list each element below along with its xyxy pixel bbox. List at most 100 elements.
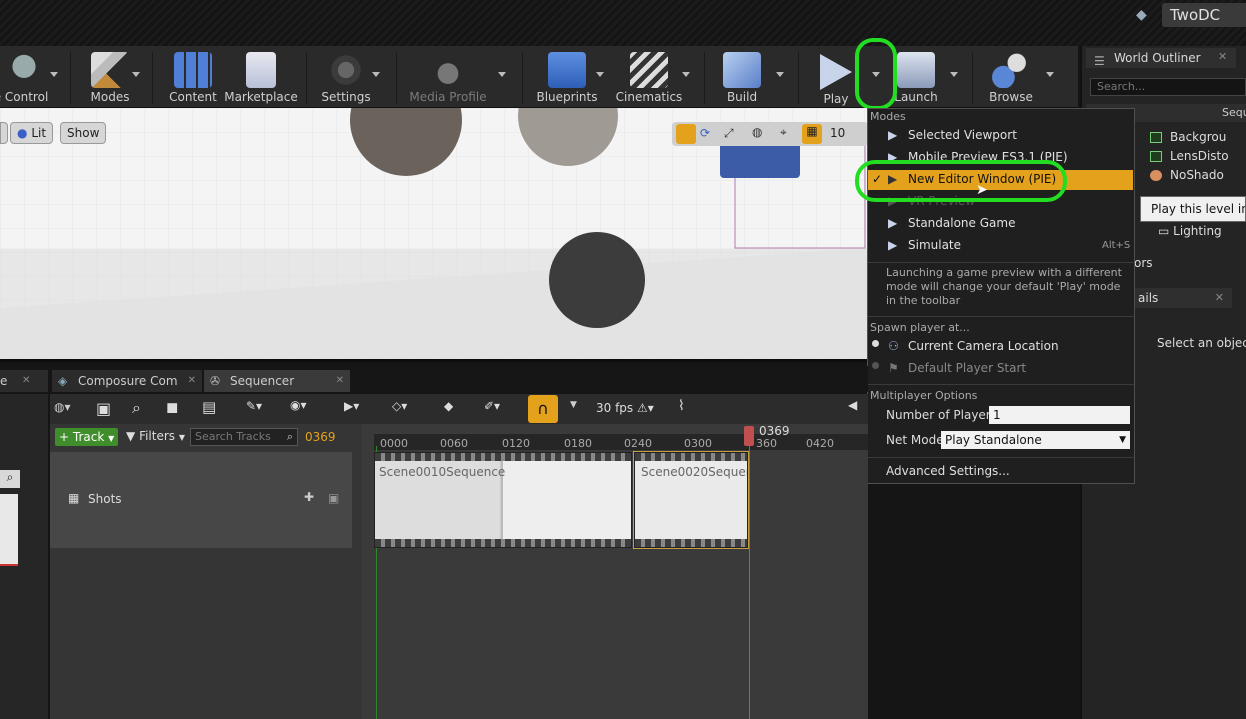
advanced-settings-link[interactable]: Advanced Settings... xyxy=(886,464,1010,478)
close-icon[interactable]: ✕ xyxy=(22,370,30,392)
grid-snap-value[interactable]: 10 xyxy=(830,126,845,140)
search-icon[interactable]: ⌕ xyxy=(132,398,141,418)
toolbar-content-button[interactable]: Content xyxy=(166,46,220,108)
toolbar-marketplace-button[interactable]: Marketplace xyxy=(224,46,298,108)
chevron-down-icon[interactable] xyxy=(498,72,506,77)
show-button[interactable]: Show xyxy=(60,122,107,144)
tab-composure[interactable]: ◈ Composure Compo ✕ xyxy=(52,370,202,392)
cinematics-icon xyxy=(630,52,668,88)
close-icon[interactable]: ✕ xyxy=(1218,50,1227,63)
list-item[interactable]: NoShado xyxy=(1170,168,1224,182)
grid-snap-icon[interactable]: ▦ xyxy=(802,124,822,144)
chevron-down-icon[interactable] xyxy=(596,72,604,77)
netmode-select[interactable]: Play Standalone ▼ xyxy=(941,431,1130,449)
radio-selected-icon xyxy=(872,340,879,347)
toolbar-source-control-button[interactable]: e Control xyxy=(0,46,54,108)
wrench-icon[interactable]: ✎▾ xyxy=(246,399,262,413)
shot-label: Scene0020Sequence xyxy=(641,465,747,479)
view-mode-button[interactable]: ● Lit xyxy=(10,122,54,144)
standalone-game-icon: ▶ xyxy=(888,216,898,230)
playhead-label: 0369 xyxy=(759,424,790,438)
menu-divider xyxy=(868,457,1134,458)
chevron-down-icon[interactable] xyxy=(50,72,58,77)
surface-snap-icon[interactable]: ⌖ xyxy=(780,125,787,140)
outliner-tail-label: ors xyxy=(1134,256,1153,270)
back-arrow-icon[interactable]: ◀ xyxy=(848,398,857,412)
world-outliner-tab[interactable]: ☰ World Outliner xyxy=(1086,48,1236,68)
menu-item-label: Current Camera Location xyxy=(908,339,1059,353)
shot-section-scene0010[interactable]: Scene0010Sequence xyxy=(374,452,632,548)
rotate-icon[interactable]: ⟳ xyxy=(700,126,710,140)
save-icon[interactable]: ▣ xyxy=(96,399,111,418)
camera-icon[interactable]: ▣ xyxy=(328,491,339,505)
chevron-down-icon[interactable] xyxy=(372,72,380,77)
world-icon[interactable]: ◍▾ xyxy=(54,400,71,414)
toolbar-modes-button[interactable]: Modes xyxy=(84,46,136,108)
details-tab[interactable]: ails ✕ xyxy=(1134,288,1232,308)
toolbar-media-profile-button[interactable]: Media Profile xyxy=(406,46,490,108)
track-search-input[interactable]: Search Tracks ⌕ xyxy=(190,428,298,446)
chevron-down-icon[interactable] xyxy=(776,72,784,77)
toolbar-settings-button[interactable]: Settings xyxy=(318,46,374,108)
curve-editor-icon[interactable]: ⌇ xyxy=(678,398,685,414)
players-input[interactable]: 1 xyxy=(989,406,1130,424)
title-bar xyxy=(0,0,1246,46)
chevron-down-icon[interactable] xyxy=(682,72,690,77)
search-icon[interactable]: ⌕ xyxy=(0,470,20,488)
chevron-down-icon[interactable] xyxy=(132,72,140,77)
shot-section-scene0020[interactable]: Scene0020Sequence xyxy=(633,451,749,549)
key-icon[interactable]: ◇▾ xyxy=(392,399,407,413)
level-viewport[interactable] xyxy=(0,108,868,362)
list-item[interactable]: Backgrou xyxy=(1170,130,1226,144)
play-icon[interactable]: ▶▾ xyxy=(344,399,359,413)
chevron-down-icon[interactable]: ▼ xyxy=(570,400,577,410)
playhead-handle[interactable] xyxy=(744,426,754,446)
tooltip: Play this level in a xyxy=(1140,196,1246,222)
toolbar-cinematics-button[interactable]: Cinematics xyxy=(614,46,684,108)
actor-icon xyxy=(1150,170,1162,181)
play-icon xyxy=(820,54,852,90)
outliner-search-input[interactable]: Search... xyxy=(1090,78,1246,96)
sequencer-icon: ✇ xyxy=(210,374,221,388)
clapper-icon[interactable]: ▤ xyxy=(202,398,216,416)
thumbnail[interactable] xyxy=(0,494,18,566)
add-shot-icon[interactable]: ✚ xyxy=(304,490,314,504)
chevron-down-icon[interactable] xyxy=(950,72,958,77)
scale-icon[interactable]: ⤢ xyxy=(724,126,734,141)
blueprints-icon xyxy=(548,52,586,88)
tab-left-partial[interactable]: e ✕ xyxy=(0,370,48,392)
translate-icon[interactable] xyxy=(676,124,696,144)
menu-divider xyxy=(868,316,1134,317)
chevron-down-icon: ▼ xyxy=(1119,435,1126,445)
toolbar-blueprints-button[interactable]: Blueprints xyxy=(534,46,600,108)
close-icon[interactable]: ✕ xyxy=(188,370,196,392)
current-frame-display[interactable]: 0369 xyxy=(305,430,336,444)
list-item[interactable]: LensDisto xyxy=(1170,149,1229,163)
close-icon[interactable]: ✕ xyxy=(336,370,344,392)
folder-item-lighting[interactable]: ▭ Lighting xyxy=(1158,224,1222,238)
world-space-icon[interactable]: ◍ xyxy=(752,125,762,139)
composure-icon: ◈ xyxy=(58,374,68,388)
magnet-icon[interactable]: ∩ xyxy=(528,395,558,423)
fps-selector[interactable]: 30 fps ⚠▾ xyxy=(596,401,654,415)
camera-icon[interactable]: ◼ xyxy=(166,398,178,416)
toolbar-separator xyxy=(306,52,307,104)
playhead-line xyxy=(749,446,750,719)
tab-sequencer[interactable]: ✇ Sequencer ✕ xyxy=(204,370,350,392)
toolbar-browse-button[interactable]: Browse xyxy=(984,46,1038,108)
close-icon[interactable]: ✕ xyxy=(1215,288,1224,308)
viewport-menu-button[interactable] xyxy=(0,122,8,144)
eye-icon[interactable]: ◉▾ xyxy=(290,398,307,412)
media-profile-icon xyxy=(429,52,467,88)
key-all-icon[interactable]: ◆ xyxy=(444,399,453,413)
folder-icon: ▭ xyxy=(1158,224,1170,238)
menu-item-label: Selected Viewport xyxy=(908,128,1017,142)
pencil-icon[interactable]: ✐▾ xyxy=(484,399,500,413)
chevron-down-icon[interactable] xyxy=(1046,72,1054,77)
add-track-button[interactable]: + Track ▼ xyxy=(55,428,119,446)
ruler-tick: 0060 xyxy=(440,437,468,450)
toolbar-separator xyxy=(798,52,799,104)
filters-button[interactable]: ▼ Filters ▼ xyxy=(126,429,185,443)
toolbar-build-button[interactable]: Build xyxy=(716,46,768,108)
play-mode-icon: ▶ xyxy=(888,128,898,142)
